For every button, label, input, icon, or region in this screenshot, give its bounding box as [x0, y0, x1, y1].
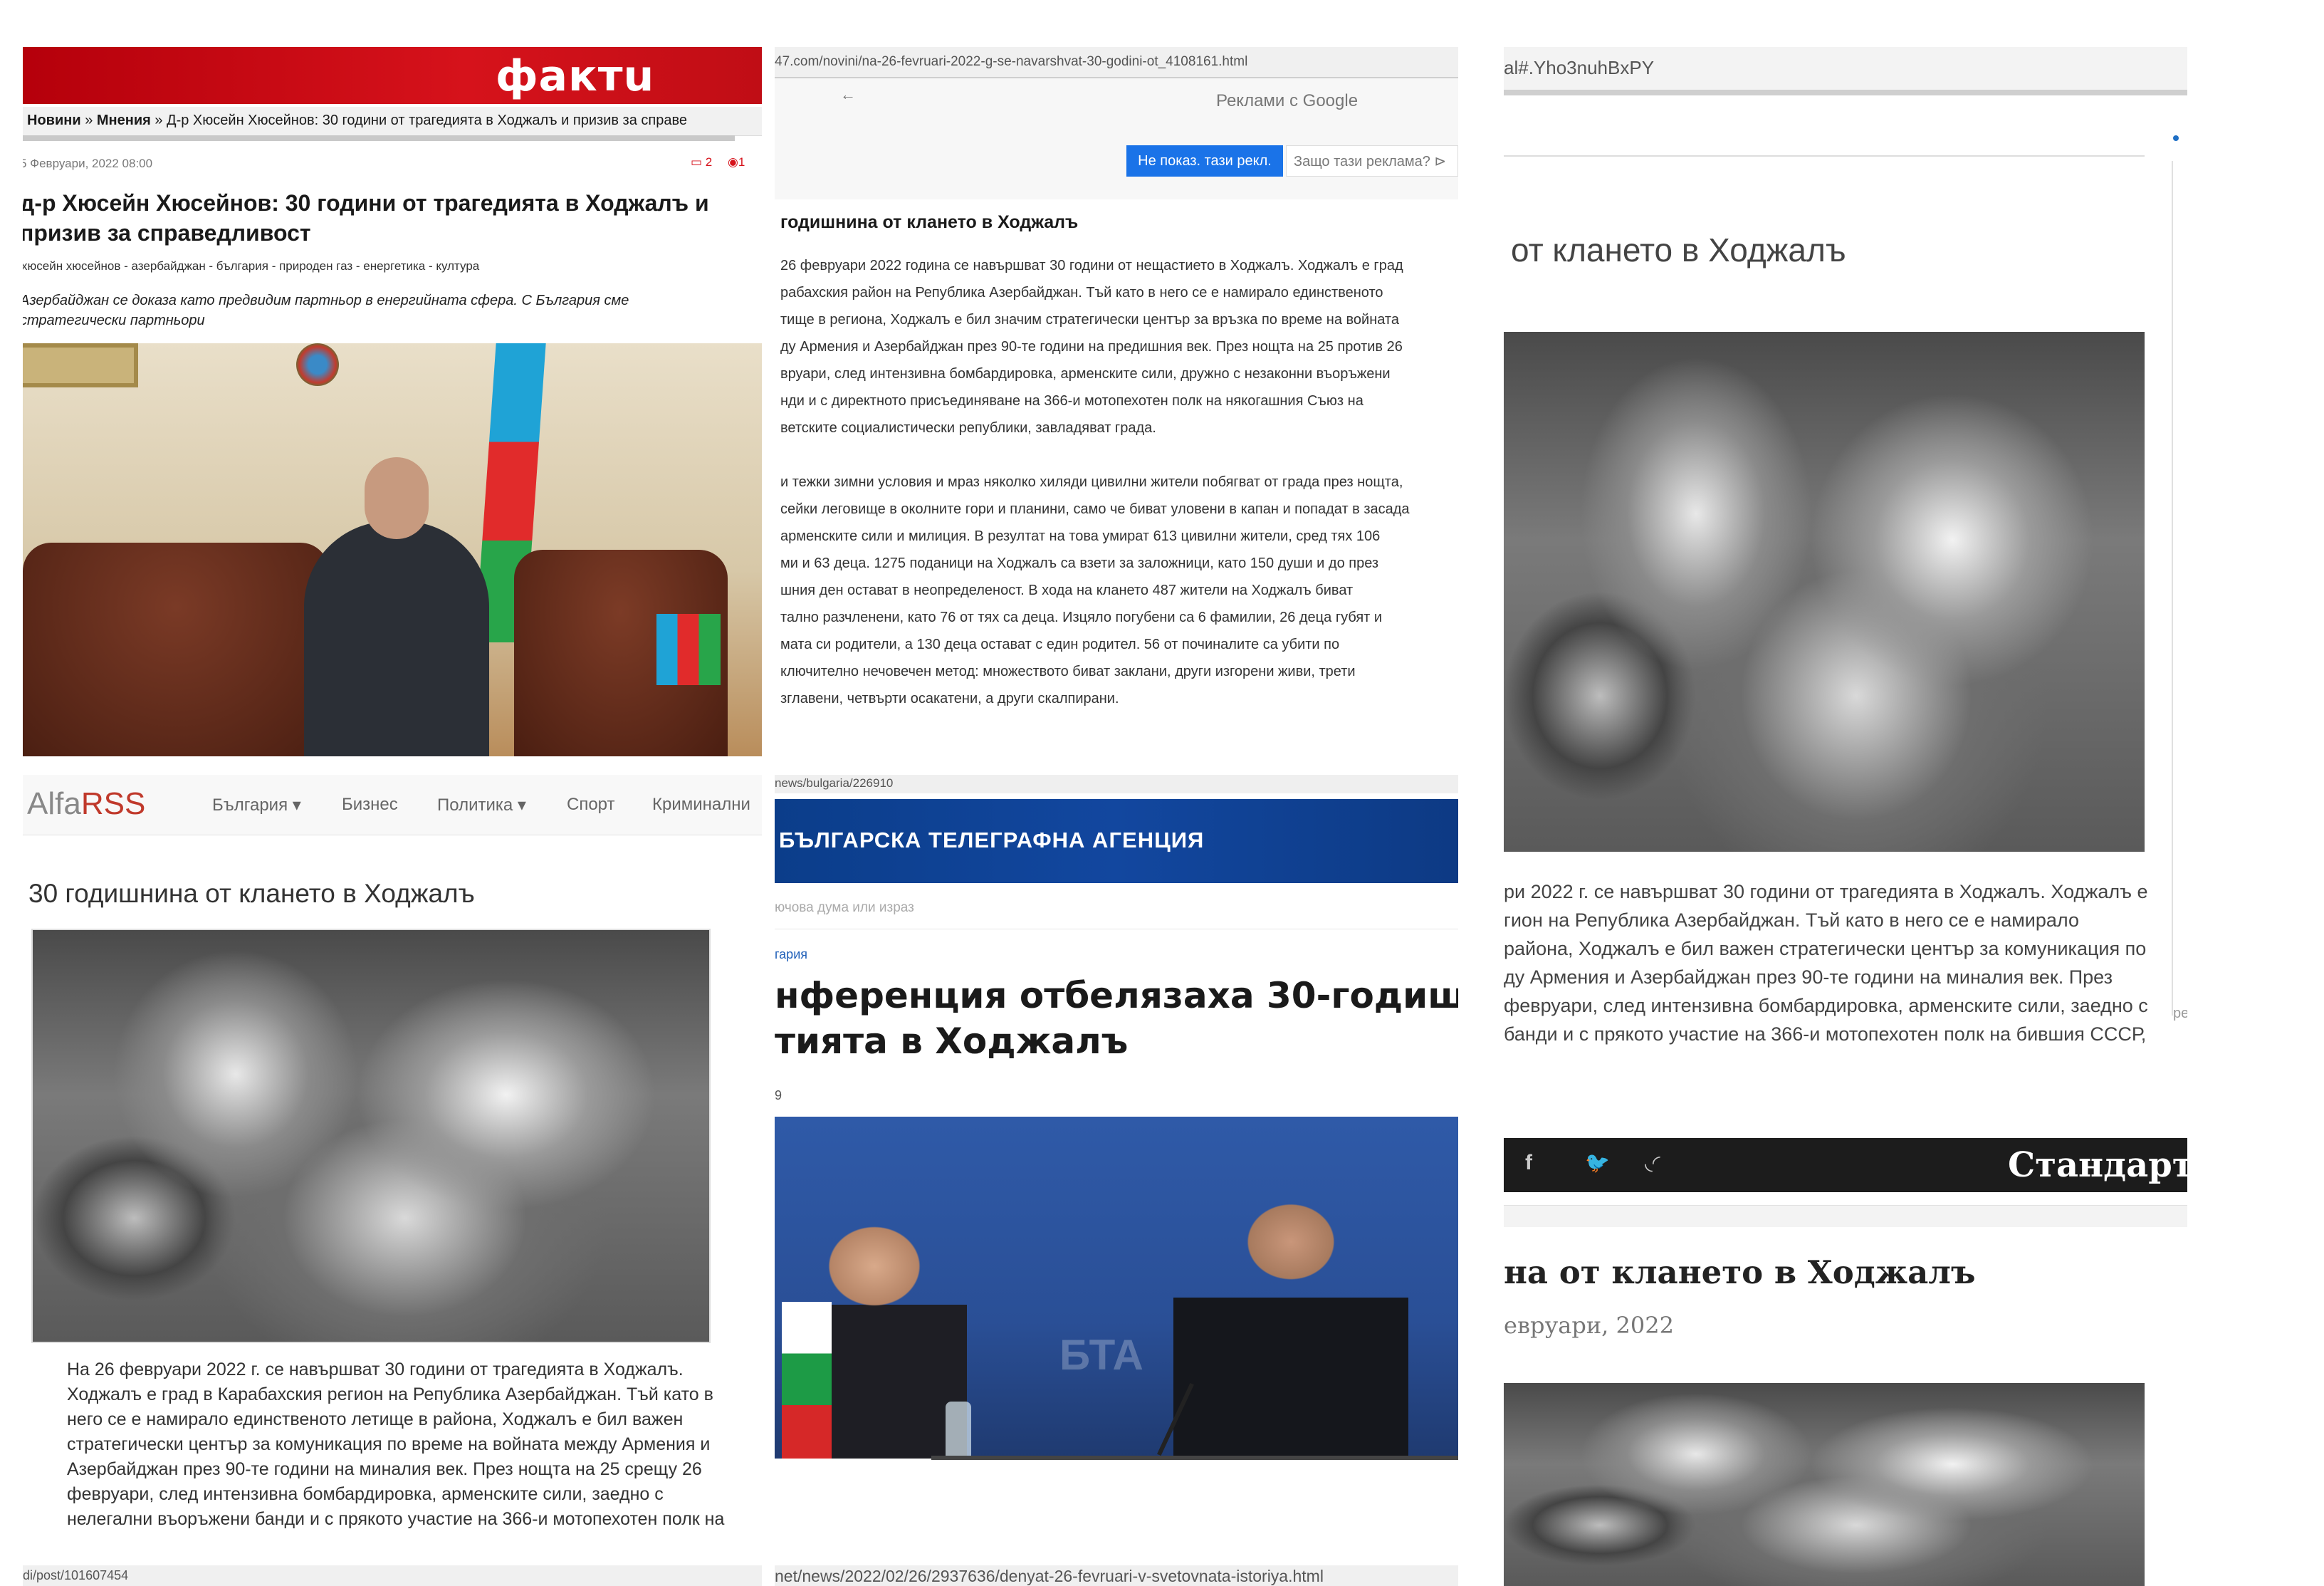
standart-photo [1504, 1383, 2145, 1586]
khojaly-photo [31, 929, 711, 1343]
desk-flags [656, 614, 721, 685]
breadcrumb: Новини » Мнения » Д-р Хюсейн Хюсейнов: 3… [23, 107, 762, 136]
emblem-frame [23, 343, 138, 387]
category-link[interactable]: гария [775, 947, 807, 962]
standart-header: f 🐦 ◟◜ Стандарт [1504, 1138, 2187, 1192]
article-meta: 9 [775, 1088, 782, 1102]
article-title: д-р Хюсейн Хюсейнов: 30 години от трагед… [23, 190, 709, 246]
fakti-header: фактu [23, 47, 762, 104]
standart-logo[interactable]: Стандарт [2008, 1145, 2187, 1185]
address-bar[interactable]: news/bulgaria/226910 [775, 775, 1458, 793]
info-arrow-icon: ⊳ [1434, 154, 1447, 169]
article-lead: Азербайджан се доказа като предвидим пар… [23, 293, 629, 328]
bottom-url: net/news/2022/02/26/2937636/denyat-26-fe… [775, 1567, 1324, 1585]
facebook-icon[interactable]: f [1525, 1151, 1532, 1175]
comment-count[interactable]: ▭ 2 [691, 155, 712, 169]
gallery-scrollbar[interactable] [931, 1456, 1458, 1460]
fakti-logo[interactable]: фактu [496, 51, 654, 101]
article-date: 5 Февруари, 2022 08:00 [23, 157, 153, 170]
man-figure [1173, 1181, 1408, 1459]
rss-icon[interactable]: ◟◜ [1645, 1151, 1660, 1174]
why-this-ad-button[interactable]: Защо тази реклама? ⊳ [1286, 145, 1458, 177]
person-suit [304, 521, 489, 756]
breadcrumb-opinions[interactable]: Мнения [97, 113, 151, 128]
ads-by-google: Реклами с Google [1216, 91, 1359, 110]
hide-ad-button[interactable]: Не показ. тази рекл. [1126, 145, 1283, 177]
bta-watermark: БТА [1059, 1331, 1143, 1379]
coat-of-arms [296, 343, 339, 386]
standart-screenshot: f 🐦 ◟◜ Стандарт на от клането в Ходжалъ … [1504, 1138, 2187, 1586]
bottom-bar: net/news/2022/02/26/2937636/denyat-26-fe… [775, 1565, 1458, 1586]
breadcrumb-news[interactable]: Новини [27, 113, 81, 128]
view-count: ◉1 [728, 155, 745, 169]
article-heading: годишнина от клането в Ходжалъ [780, 212, 1079, 232]
breadcrumb-current: Д-р Хюсейн Хюсейнов: 30 години от трагед… [167, 113, 688, 128]
fakti-screenshot: фактu Новини » Мнения » Д-р Хюсейн Хюсей… [23, 47, 762, 756]
nav-business[interactable]: Бизнес [342, 795, 398, 815]
nav-crime[interactable]: Криминални [652, 795, 750, 815]
address-bar[interactable]: al#.Yho3nuhBxPY [1504, 47, 2187, 95]
bottom-url: di/post/101607454 [23, 1568, 129, 1582]
article-para: На 26 февруари 2022 г. се навършват 30 г… [67, 1360, 725, 1529]
bta-banner-text[interactable]: БЪЛГАРСКА ТЕЛЕГРАФНА АГЕНЦИЯ [779, 828, 1204, 853]
khojaly-photo [1504, 332, 2145, 852]
article-heading: на от клането в Ходжалъ [1504, 1253, 1976, 1291]
article-heading: от клането в Ходжалъ [1511, 231, 1846, 268]
article-para: ри 2022 г. се навършват 30 години от тра… [1504, 881, 2148, 1045]
sidebar-scrollbar[interactable] [2172, 161, 2187, 1016]
article-screenshot-2: 47.com/novini/na-26-fevruari-2022-g-se-n… [775, 47, 1458, 756]
bta-screenshot: news/bulgaria/226910 БЪЛГАРСКА ТЕЛЕГРАФН… [775, 775, 1458, 1586]
nav-sport[interactable]: Спорт [567, 795, 615, 815]
search-placeholder: ючова дума или израз [775, 900, 914, 915]
alfarss-logo[interactable]: AlfaRSS [27, 786, 145, 822]
article-para-2: и тежки зимни условия и мраз няколко хил… [780, 474, 1410, 706]
search-field[interactable]: ючова дума или израз [775, 886, 1458, 929]
conference-photo: БТА [775, 1117, 1458, 1459]
article-para-1: 26 февруари 2022 година се навършват 30 … [780, 258, 1403, 436]
alfarss-navbar: AlfaRSS България ▾ Бизнес Политика ▾ Спо… [23, 775, 762, 835]
dot-indicator [2173, 135, 2179, 141]
address-bar[interactable]: 47.com/novini/na-26-fevruari-2022-g-se-n… [775, 47, 1458, 78]
bta-banner: БЪЛГАРСКА ТЕЛЕГРАФНА АГЕНЦИЯ [775, 799, 1458, 883]
back-arrow-icon[interactable]: ← [840, 85, 856, 104]
url-text: news/bulgaria/226910 [775, 776, 894, 790]
person-head [365, 457, 429, 539]
article-heading: 30 годишнина от клането в Ходжалъ [28, 879, 475, 908]
nav-bulgaria[interactable]: България ▾ [212, 795, 301, 815]
twitter-icon[interactable]: 🐦 [1585, 1151, 1610, 1174]
side-fragment: ре [2173, 1006, 2187, 1021]
ad-panel: ← Реклами с Google Не показ. тази рекл. … [775, 78, 1458, 199]
article-tags[interactable]: хюсейн хюсейнов - азербайджан - българия… [23, 259, 479, 273]
scrollbar[interactable] [23, 135, 735, 141]
article-date: евруари, 2022 [1504, 1312, 1674, 1339]
comment-icon: ▭ [691, 155, 703, 169]
url-text: 47.com/novini/na-26-fevruari-2022-g-se-n… [775, 54, 1248, 69]
bottom-bar: di/post/101607454 [23, 1565, 762, 1586]
water-bottle [946, 1402, 971, 1459]
subnav-bar [1504, 1205, 2187, 1227]
url-text: al#.Yho3nuhBxPY [1504, 57, 1655, 78]
article-photo [23, 343, 762, 756]
nav-politics[interactable]: Политика ▾ [437, 795, 526, 815]
article-title: нференция отбелязаха 30-годишни тията в … [775, 975, 1458, 1062]
alfarss-screenshot: AlfaRSS България ▾ Бизнес Политика ▾ Спо… [23, 775, 762, 1586]
divider [1504, 155, 2145, 157]
eye-icon: ◉ [728, 155, 738, 169]
article-screenshot-3: al#.Yho3nuhBxPY от клането в Ходжалъ ри … [1504, 47, 2187, 1065]
flags [782, 1302, 832, 1459]
sofa-left [23, 543, 329, 756]
